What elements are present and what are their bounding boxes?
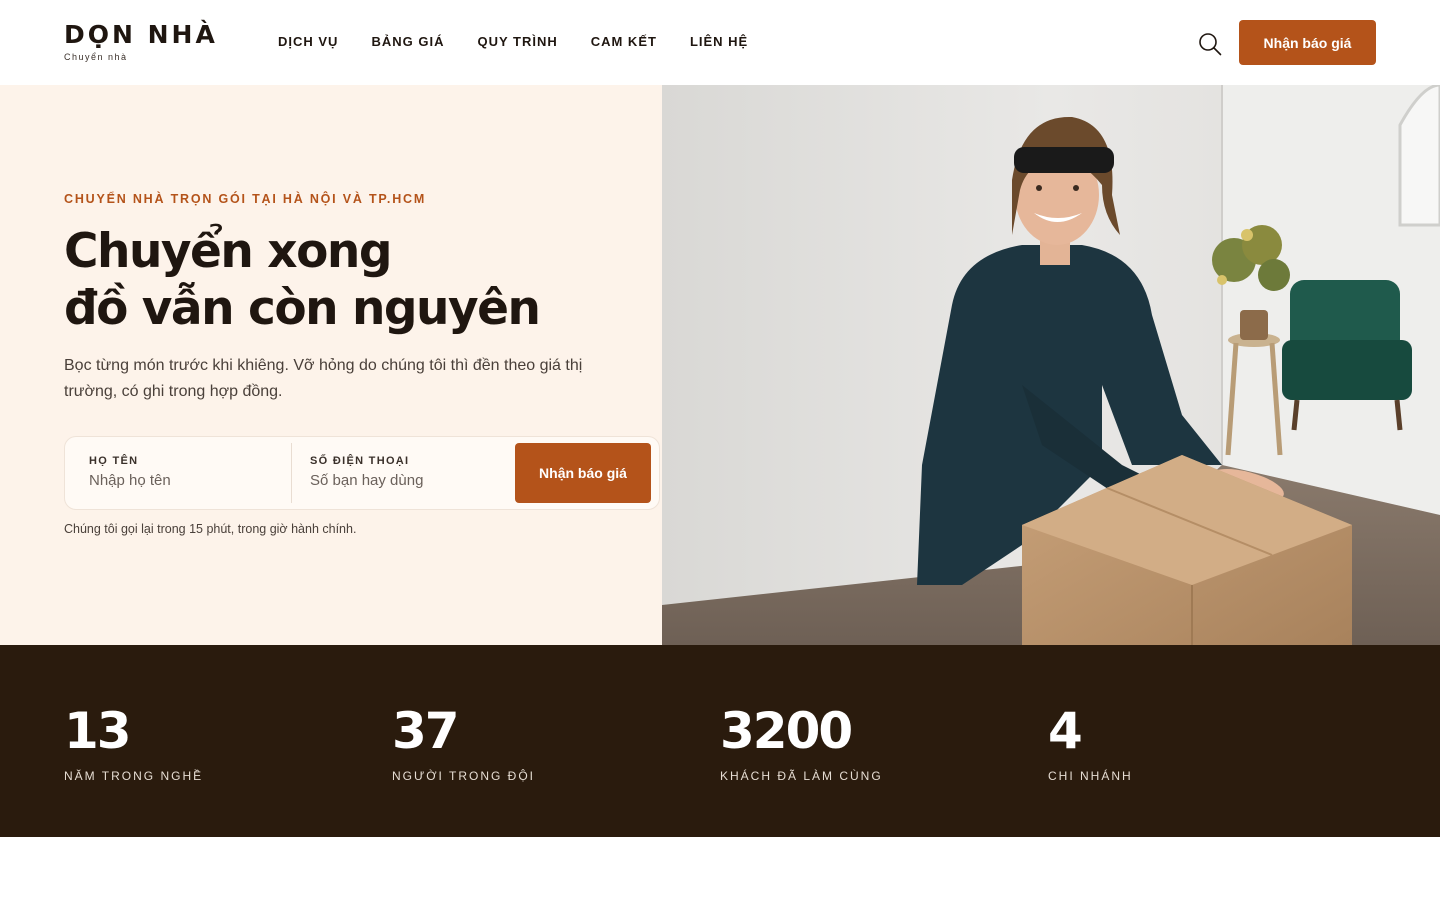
mover-photo-illustration: [662, 85, 1440, 645]
search-button[interactable]: [1198, 32, 1222, 56]
stat-branches: 4 CHI NHÁNH: [1048, 703, 1133, 783]
nav-item-process[interactable]: QUY TRÌNH: [477, 34, 557, 50]
headline-line-2: đồ vẫn còn nguyên: [64, 281, 541, 336]
stat-label: NĂM TRONG NGHỀ: [64, 769, 204, 783]
stat-value: 4: [1048, 702, 1083, 760]
hero-lead: Bọc từng món trước khi khiêng. Vỡ hỏng d…: [64, 357, 583, 400]
phone-label: SỐ ĐIỆN THOẠI: [310, 455, 410, 467]
stat-value: 3200: [720, 702, 853, 760]
hero-eyebrow: CHUYỂN NHÀ TRỌN GÓI TẠI HÀ NỘI VÀ TP.HCM: [64, 192, 427, 206]
stat-label: KHÁCH ĐÃ LÀM CÙNG: [720, 769, 883, 783]
hero-headline: Chuyển xong đồ vẫn còn nguyên: [64, 223, 541, 337]
stats-band: 13 NĂM TRONG NGHỀ 37 NGƯỜI TRONG ĐỘI 320…: [0, 645, 1440, 837]
stat-team: 37 NGƯỜI TRONG ĐỘI: [392, 703, 535, 783]
name-label: HỌ TÊN: [89, 455, 139, 467]
stat-value: 13: [64, 702, 132, 760]
site-header: DỌN NHÀ Chuyển nhà DỊCH VỤ BẢNG GIÁ QUY …: [0, 0, 1440, 85]
headline-line-1: Chuyển xong: [64, 224, 392, 279]
main-nav: DỊCH VỤ BẢNG GIÁ QUY TRÌNH CAM KẾT LIÊN …: [278, 34, 781, 50]
callback-note: Chúng tôi gọi lại trong 15 phút, trong g…: [64, 522, 357, 536]
brand-tagline: Chuyển nhà: [64, 52, 128, 62]
nav-item-commitment[interactable]: CAM KẾT: [591, 34, 657, 50]
nav-item-services[interactable]: DỊCH VỤ: [278, 34, 338, 50]
stat-label: NGƯỜI TRONG ĐỘI: [392, 769, 535, 783]
stat-label: CHI NHÁNH: [1048, 769, 1133, 783]
phone-input[interactable]: [310, 472, 500, 489]
form-quote-button[interactable]: Nhận báo giá: [515, 443, 651, 503]
hero-photo: [662, 85, 1440, 645]
quote-form: HỌ TÊN SỐ ĐIỆN THOẠI Nhận báo giá: [64, 436, 660, 510]
search-icon: [1199, 33, 1222, 56]
nav-item-pricing[interactable]: BẢNG GIÁ: [371, 34, 444, 50]
stat-customers: 3200 KHÁCH ĐÃ LÀM CÙNG: [720, 703, 883, 783]
hero-section: CHUYỂN NHÀ TRỌN GÓI TẠI HÀ NỘI VÀ TP.HCM…: [0, 85, 662, 645]
brand-name: DỌN NHÀ: [64, 20, 218, 49]
brand-logo[interactable]: DỌN NHÀ Chuyển nhà: [64, 20, 218, 62]
header-quote-button[interactable]: Nhận báo giá: [1239, 20, 1376, 65]
nav-item-contact[interactable]: LIÊN HỆ: [690, 34, 748, 50]
name-input[interactable]: [89, 472, 279, 489]
stat-value: 37: [392, 702, 460, 760]
name-field-group: HỌ TÊN: [89, 437, 291, 509]
stat-years: 13 NĂM TRONG NGHỀ: [64, 703, 203, 783]
phone-field-group: SỐ ĐIỆN THOẠI: [291, 443, 511, 503]
